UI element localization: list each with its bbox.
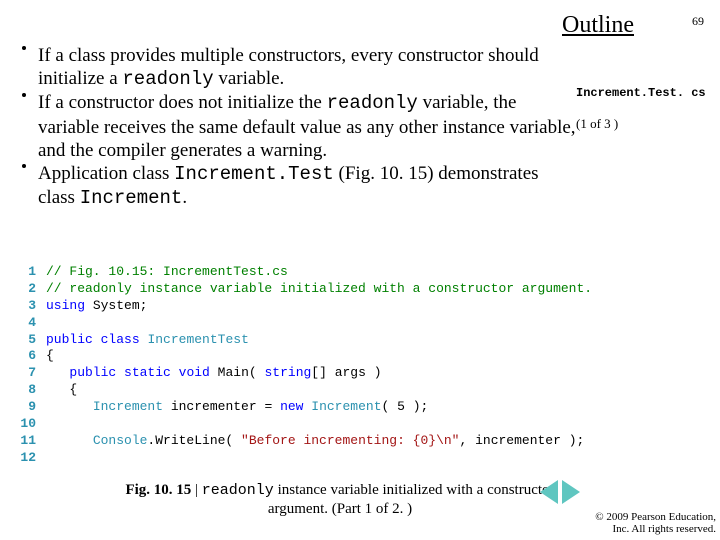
- source-filename: Increment.Test. cs: [576, 86, 716, 100]
- next-slide-button[interactable]: [562, 480, 580, 504]
- code-line: 7 public static void Main( string[] args…: [12, 365, 602, 382]
- bullet-dot-icon: [22, 164, 26, 168]
- bullet-text: If a constructor does not initialize the: [38, 92, 327, 113]
- code-text: {: [46, 382, 77, 399]
- code-inline: readonly: [327, 92, 418, 114]
- code-inline: Increment.Test: [174, 163, 334, 185]
- triangle-right-icon: [562, 480, 580, 504]
- code-line: 3using System;: [12, 298, 602, 315]
- line-number: 7: [12, 365, 46, 382]
- page-number: 69: [692, 14, 704, 29]
- code-text: public static void Main( string[] args ): [46, 365, 382, 382]
- line-number: 9: [12, 399, 46, 416]
- code-text: // readonly instance variable initialize…: [46, 281, 592, 298]
- code-text: Console.WriteLine( "Before incrementing:…: [46, 433, 584, 450]
- figure-caption: Fig. 10. 15 | readonly instance variable…: [110, 481, 570, 518]
- code-text: Increment incrementer = new Increment( 5…: [46, 399, 428, 416]
- code-line: 11 Console.WriteLine( "Before incrementi…: [12, 433, 602, 450]
- line-number: 1: [12, 264, 46, 281]
- bullet-text: If a class provides multiple constructor…: [38, 45, 539, 89]
- code-text: {: [46, 348, 54, 365]
- slide: Outline 69 If a class provides multiple …: [0, 0, 720, 540]
- line-number: 3: [12, 298, 46, 315]
- prev-slide-button[interactable]: [540, 480, 558, 504]
- code-line: 10: [12, 416, 602, 433]
- code-line: 1// Fig. 10.15: IncrementTest.cs: [12, 264, 602, 281]
- code-inline: readonly: [202, 482, 274, 499]
- caption-text: instance variable initialized with a con…: [268, 482, 555, 517]
- part-indicator: (1 of 3 ): [576, 116, 716, 132]
- copyright-line: © 2009 Pearson Education,: [595, 511, 716, 524]
- code-line: 5public class IncrementTest: [12, 332, 602, 349]
- code-line: 9 Increment incrementer = new Increment(…: [12, 399, 602, 416]
- code-line: 12: [12, 450, 602, 467]
- outline-title: Outline: [562, 12, 634, 39]
- code-line: 4: [12, 315, 602, 332]
- bullet-item: If a constructor does not initialize the…: [22, 91, 578, 162]
- line-number: 4: [12, 315, 46, 332]
- bullet-text: variable.: [214, 68, 285, 89]
- caption-bold: Fig. 10. 15: [125, 482, 195, 498]
- bullet-item: If a class provides multiple constructor…: [22, 44, 578, 91]
- line-number: 6: [12, 348, 46, 365]
- line-number: 11: [12, 433, 46, 450]
- copyright-line: Inc. All rights reserved.: [595, 523, 716, 536]
- caption-sep: |: [195, 482, 202, 498]
- code-text: // Fig. 10.15: IncrementTest.cs: [46, 264, 288, 281]
- line-number: 2: [12, 281, 46, 298]
- code-inline: readonly: [122, 68, 213, 90]
- triangle-left-icon: [540, 480, 558, 504]
- code-line: 6{: [12, 348, 602, 365]
- code-line: 8 {: [12, 382, 602, 399]
- bullet-item: Application class Increment.Test (Fig. 1…: [22, 162, 578, 210]
- slide-header: Outline 69: [424, 12, 704, 39]
- line-number: 12: [12, 450, 46, 467]
- side-metadata: Increment.Test. cs (1 of 3 ): [576, 86, 716, 132]
- bullet-dot-icon: [22, 93, 26, 97]
- code-listing: 1// Fig. 10.15: IncrementTest.cs2// read…: [12, 264, 602, 467]
- code-text: public class IncrementTest: [46, 332, 249, 349]
- bullet-text: Application class: [38, 163, 174, 184]
- line-number: 5: [12, 332, 46, 349]
- bullet-text: .: [182, 187, 187, 208]
- bullet-list: If a class provides multiple constructor…: [22, 44, 578, 210]
- code-line: 2// readonly instance variable initializ…: [12, 281, 602, 298]
- bullet-dot-icon: [22, 46, 26, 50]
- code-inline: Increment: [80, 187, 183, 209]
- code-text: using System;: [46, 298, 147, 315]
- nav-arrows: [540, 480, 580, 504]
- line-number: 10: [12, 416, 46, 433]
- line-number: 8: [12, 382, 46, 399]
- copyright-notice: © 2009 Pearson Education, Inc. All right…: [595, 511, 716, 536]
